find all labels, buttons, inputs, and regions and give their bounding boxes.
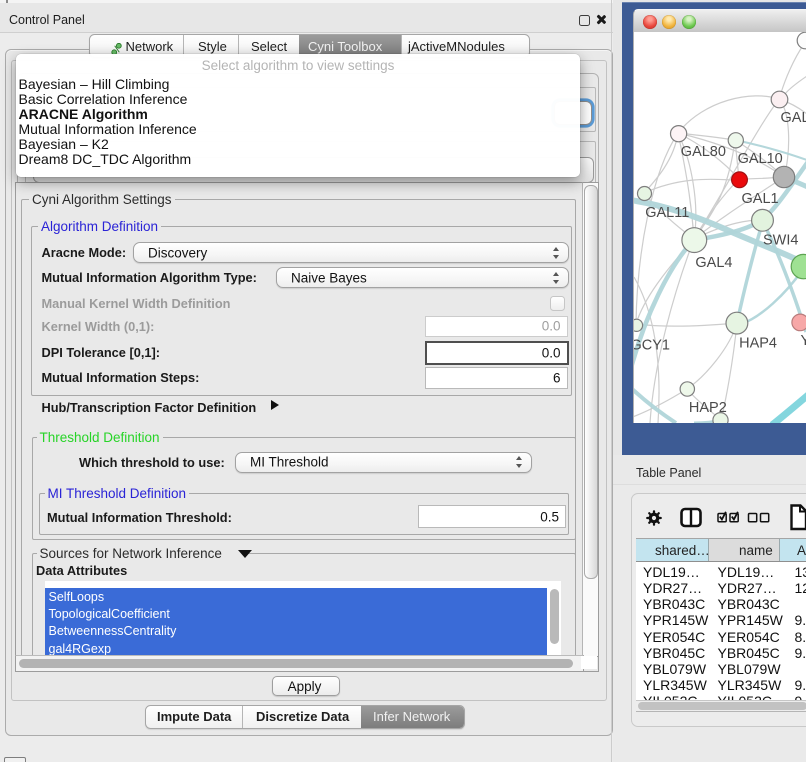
svg-text:GAL1: GAL1 (742, 191, 779, 207)
svg-text:HAP2: HAP2 (689, 400, 727, 416)
svg-text:GAL10: GAL10 (738, 151, 783, 167)
svg-text:SWI4: SWI4 (763, 233, 798, 249)
svg-text:GAL7: GAL7 (781, 110, 806, 126)
svg-text:YE: YE (801, 333, 806, 349)
svg-text:HAP4: HAP4 (739, 336, 777, 352)
svg-text:GAL80: GAL80 (681, 144, 726, 160)
svg-text:GAL4: GAL4 (695, 255, 732, 271)
svg-text:GCY1: GCY1 (634, 338, 670, 354)
svg-text:GAL11: GAL11 (645, 205, 689, 221)
